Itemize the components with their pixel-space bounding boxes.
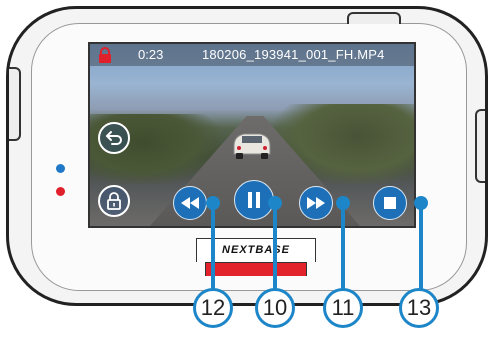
- stop-button[interactable]: [373, 186, 407, 220]
- rewind-icon: [181, 197, 199, 209]
- file-name: 180206_193941_001_FH.MP4: [202, 47, 385, 62]
- pause-icon: [248, 192, 260, 208]
- side-button-right: [475, 109, 485, 183]
- top-button: [347, 12, 401, 24]
- callout-forward: 11: [323, 288, 363, 328]
- callout-line-stop: [419, 208, 423, 292]
- callout-pause: 10: [255, 288, 295, 328]
- status-led-red: [56, 187, 65, 196]
- scene-car: [233, 133, 271, 159]
- callout-line-pause: [273, 208, 277, 292]
- side-button-left: [9, 67, 21, 141]
- status-led-blue: [56, 164, 65, 173]
- back-arrow-icon: [106, 131, 122, 145]
- brand-red-strip: [205, 262, 307, 276]
- status-bar: 0:23 180206_193941_001_FH.MP4: [90, 44, 414, 66]
- back-button[interactable]: [98, 122, 130, 154]
- stop-icon: [384, 197, 396, 209]
- playback-time: 0:23: [138, 47, 164, 62]
- callout-rewind: 12: [193, 288, 233, 328]
- rewind-button[interactable]: [173, 186, 207, 220]
- callout-line-forward: [341, 208, 345, 292]
- playback-screen: 0:23 180206_193941_001_FH.MP4: [88, 42, 416, 228]
- callout-stop: 13: [399, 288, 439, 328]
- fast-forward-button[interactable]: [299, 186, 333, 220]
- callout-line-rewind: [211, 208, 215, 292]
- protect-file-button[interactable]: [98, 185, 130, 217]
- protected-lock-icon: [99, 47, 111, 63]
- padlock-icon: [107, 192, 121, 210]
- fast-forward-icon: [307, 197, 325, 209]
